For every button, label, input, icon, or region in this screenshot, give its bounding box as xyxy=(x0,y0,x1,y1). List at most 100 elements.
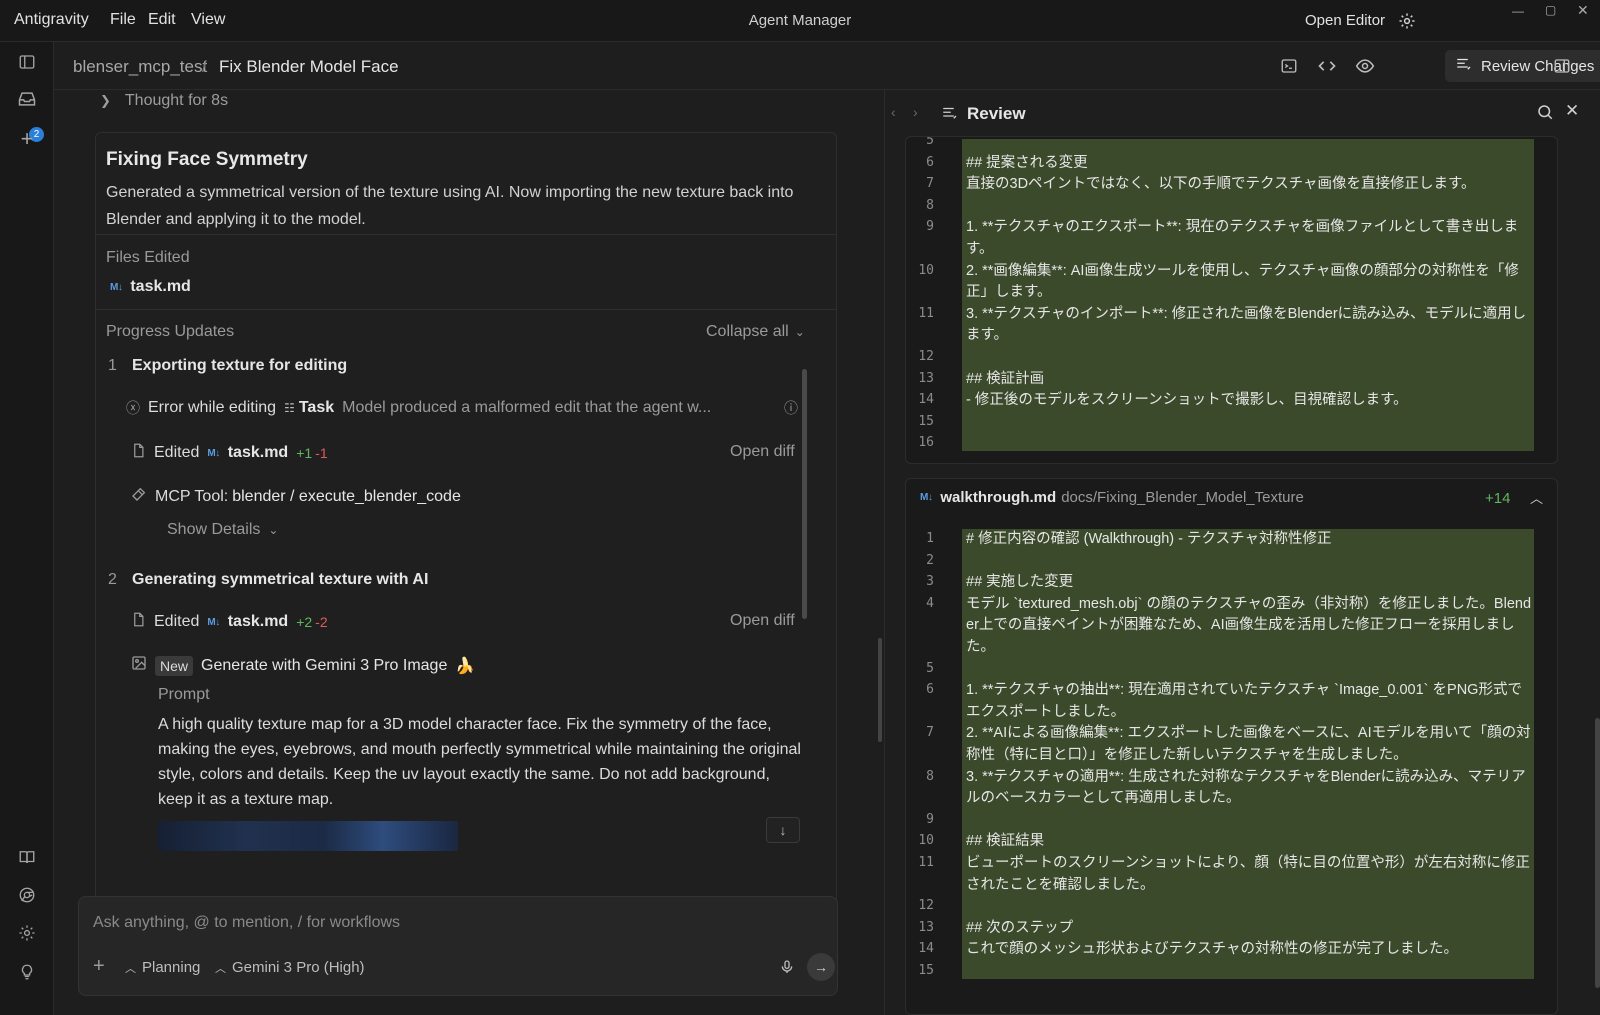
edited-file-name: task.md xyxy=(130,278,191,295)
generate-image-row[interactable]: New Generate with Gemini 3 Pro Image 🍌 xyxy=(131,655,475,676)
edited-row[interactable]: Edited M↓ task.md +2 -2 xyxy=(131,611,328,633)
arrow-right-icon: → xyxy=(814,959,828,975)
review-scrollbar[interactable] xyxy=(1595,718,1600,988)
open-diff-button[interactable]: Open diff xyxy=(730,443,795,461)
line-number: 4 xyxy=(926,595,934,611)
menu-view[interactable]: View xyxy=(191,11,225,29)
show-details-button[interactable]: Show Details ⌄ xyxy=(167,521,278,539)
chat-input[interactable]: Ask anything, @ to mention, / for workfl… xyxy=(93,914,400,932)
edited-file-name: task.md xyxy=(227,444,289,461)
maximize-icon[interactable]: ▢ xyxy=(1545,3,1556,17)
code-line: ## 実施した変更 xyxy=(966,574,1074,591)
edited-file-name: task.md xyxy=(227,613,289,630)
code-icon[interactable] xyxy=(1316,55,1338,77)
eye-icon[interactable] xyxy=(1354,55,1376,77)
edited-row[interactable]: Edited M↓ task.md +1 -1 xyxy=(131,442,328,464)
chat-input-box[interactable]: Ask anything, @ to mention, / for workfl… xyxy=(78,896,838,996)
scroll-down-button[interactable]: ↓ xyxy=(766,817,800,843)
open-diff-button[interactable]: Open diff xyxy=(730,612,795,630)
line-number: 14 xyxy=(918,392,934,408)
chevron-up-icon[interactable]: ︿ xyxy=(1530,488,1543,507)
breadcrumb-separator: / xyxy=(202,57,207,76)
open-editor-button[interactable]: Open Editor xyxy=(1305,12,1385,29)
model-selector[interactable]: ︿ Gemini 3 Pro (High) xyxy=(215,959,365,976)
mcp-tool-row[interactable]: MCP Tool: blender / execute_blender_code xyxy=(131,486,461,507)
line-number: 12 xyxy=(918,898,934,914)
progress-step[interactable]: 1 Exporting texture for editing xyxy=(108,357,347,375)
prompt-text: A high quality texture map for a 3D mode… xyxy=(158,716,801,808)
files-edited-label: Files Edited xyxy=(106,249,190,266)
markdown-icon: M↓ xyxy=(207,616,220,628)
edited-file-link[interactable]: M↓ task.md xyxy=(110,278,191,296)
menu-edit[interactable]: Edit xyxy=(148,11,176,29)
search-icon[interactable] xyxy=(1536,103,1554,124)
close-review-icon[interactable]: ✕ xyxy=(1565,101,1579,121)
thought-toggle[interactable]: ❯ Thought for 8s xyxy=(100,90,228,112)
step-number: 1 xyxy=(108,357,117,374)
error-row[interactable]: ⓧ Error while editing ☷ Task Model produ… xyxy=(126,398,806,418)
browser-icon[interactable] xyxy=(14,882,40,908)
add-context-icon[interactable]: + xyxy=(93,955,105,978)
back-arrow-icon[interactable]: ‹ xyxy=(891,104,896,120)
line-number: 11 xyxy=(918,305,934,321)
review-changes-button[interactable]: Review Changes xyxy=(1445,50,1600,82)
collapse-all-label: Collapse all xyxy=(706,323,789,340)
settings-icon[interactable] xyxy=(14,920,40,946)
info-icon[interactable]: ⓘ xyxy=(784,398,798,418)
divider xyxy=(96,309,836,310)
new-badge: New xyxy=(155,655,194,676)
code-line: ## 検証計画 xyxy=(966,370,1045,387)
gear-icon[interactable] xyxy=(1398,12,1416,33)
chat-scrollbar[interactable] xyxy=(878,638,882,742)
markdown-icon: M↓ xyxy=(920,492,933,503)
send-button[interactable]: → xyxy=(807,953,835,981)
sidebar-toggle-icon[interactable] xyxy=(14,49,40,75)
minimize-icon[interactable]: — xyxy=(1512,4,1524,18)
mode-selector[interactable]: ︿ Planning xyxy=(125,959,200,976)
card-scrollbar[interactable] xyxy=(802,369,807,619)
review-panel: ‹ › Review ✕ 5 6 ## 提案される変更 7 直接の3Dペイントではなく、… xyxy=(884,90,1600,1015)
line-number: 8 xyxy=(926,768,934,784)
inbox-icon[interactable] xyxy=(14,86,40,112)
menu-antigravity[interactable]: Antigravity xyxy=(14,11,89,29)
checklist-icon: ☷ xyxy=(284,401,295,415)
review-header: ‹ › Review ✕ xyxy=(885,90,1600,136)
model-label: Gemini 3 Pro (High) xyxy=(232,959,365,976)
forward-arrow-icon[interactable]: › xyxy=(913,104,918,120)
added-count: +14 xyxy=(1485,490,1511,507)
line-number: 2 xyxy=(926,552,934,568)
breadcrumb-project[interactable]: blenser_mcp_test xyxy=(73,57,207,77)
removed-count: -1 xyxy=(315,445,328,461)
chevron-down-icon: ⌄ xyxy=(794,325,805,339)
file-header[interactable]: M↓ walkthrough.md docs/Fixing_Blender_Mo… xyxy=(920,489,1304,506)
list-icon xyxy=(941,104,959,125)
line-number: 1 xyxy=(926,531,934,546)
breadcrumb-task: Fix Blender Model Face xyxy=(219,57,399,76)
panel-toggle-icon[interactable] xyxy=(1551,55,1573,77)
arrow-down-icon: ↓ xyxy=(779,822,787,838)
line-number: 6 xyxy=(926,154,934,170)
chevron-right-icon: ❯ xyxy=(100,93,111,108)
menu-file[interactable]: File xyxy=(110,11,136,29)
review-title: Review xyxy=(967,104,1026,123)
mcp-tool-name: blender / execute_blender_code xyxy=(232,487,461,505)
book-icon[interactable] xyxy=(14,844,40,870)
lightbulb-icon[interactable] xyxy=(14,959,40,985)
generated-image-thumbnail[interactable] xyxy=(158,821,458,851)
code-line: ビューポートのスクリーンショットにより、顔（特に目の位置や形）が左右対称に修正さ… xyxy=(966,855,1530,893)
error-label: Error while editing xyxy=(148,399,277,416)
progress-step[interactable]: 2 Generating symmetrical texture with AI xyxy=(108,571,428,589)
removed-count: -2 xyxy=(315,614,328,630)
code-line: 2. **AIによる画像編集**: エクスポートした画像をベースに、AIモデルを… xyxy=(966,725,1531,763)
title-bar: Antigravity File Edit View Agent Manager… xyxy=(0,0,1600,42)
hammer-icon xyxy=(131,486,147,507)
divider xyxy=(96,234,836,235)
microphone-icon[interactable] xyxy=(779,957,795,980)
terminal-icon[interactable] xyxy=(1278,55,1300,77)
code-line: 1. **テクスチャの抽出**: 現在適用されていたテクスチャ `Image_0… xyxy=(966,682,1522,720)
add-icon[interactable]: + xyxy=(14,126,40,152)
file-icon xyxy=(131,611,146,633)
collapse-all-button[interactable]: Collapse all ⌄ xyxy=(706,323,805,341)
line-number: 9 xyxy=(926,811,934,827)
close-icon[interactable]: ✕ xyxy=(1577,2,1589,19)
